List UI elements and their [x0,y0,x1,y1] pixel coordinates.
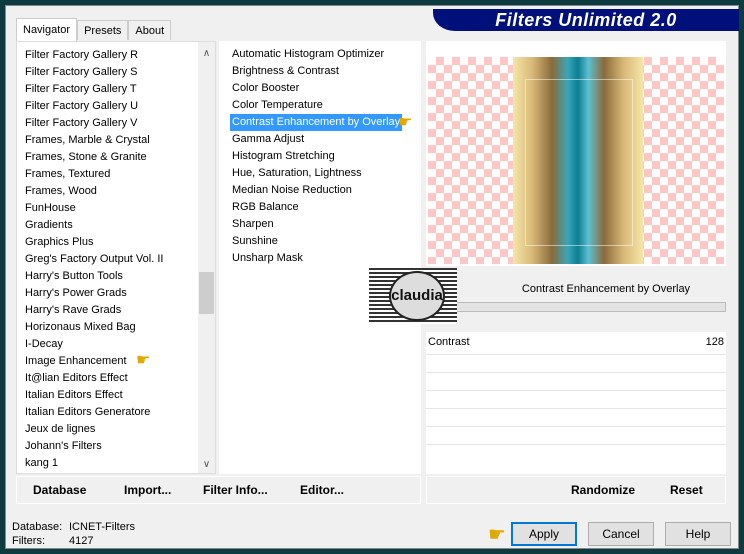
filter-item[interactable]: Median Noise Reduction [219,182,421,199]
editor-button[interactable]: Editor... [300,483,344,497]
category-item[interactable]: Frames, Textured [17,166,215,183]
filter-item-label: Hue, Saturation, Lightness [232,167,362,179]
scroll-down-icon[interactable]: ∨ [198,456,215,473]
filter-item[interactable]: Histogram Stretching [219,148,421,165]
filter-item[interactable]: Gamma Adjust [219,131,421,148]
category-item[interactable]: Jeux de lignes [17,421,215,438]
filter-item[interactable]: Color Booster [219,80,421,97]
control-spacer [426,312,726,332]
database-label: Database: [12,521,63,533]
filter-item-label: Unsharp Mask [232,252,303,264]
tab-presets[interactable]: Presets [77,20,129,40]
filter-item[interactable]: Brightness & Contrast [219,63,421,80]
control-divider [426,302,726,312]
category-item[interactable]: Frames, Marble & Crystal [17,132,215,149]
filter-item-label: RGB Balance [232,201,299,213]
category-item[interactable]: Gradients [17,217,215,234]
apply-button[interactable]: Apply [511,522,577,546]
pointing-hand-icon: ☛ [398,114,413,131]
filter-item[interactable]: Hue, Saturation, Lightness [219,165,421,182]
divider [426,390,726,391]
filters-label: Filters: [12,535,45,547]
tab-bar: Navigator Presets About [16,18,172,41]
filters-unlimited-window: Filters Unlimited 2.0 Navigator Presets … [5,5,739,549]
contrast-slider[interactable]: Contrast 128 [428,336,724,348]
category-item[interactable]: Italian Editors Generatore [17,404,215,421]
filter-item-label: Histogram Stretching [232,150,335,162]
category-item[interactable]: Harry's Rave Grads [17,302,215,319]
filter-item[interactable]: Sunshine [219,233,421,250]
reset-button[interactable]: Reset [670,483,703,497]
control-button-bar: Randomize Reset [426,476,726,504]
category-list[interactable]: Filter Factory Gallery R Filter Factory G… [16,41,216,474]
category-item[interactable]: I-Decay [17,336,215,353]
filter-item[interactable]: Unsharp Mask [219,250,421,267]
divider [426,444,726,445]
divider [426,372,726,373]
tab-navigator[interactable]: Navigator [16,18,78,41]
filter-title: Contrast Enhancement by Overlay [426,276,726,302]
preview-image [513,57,643,264]
filter-item-label: Brightness & Contrast [232,65,339,77]
category-item[interactable]: Frames, Stone & Granite [17,149,215,166]
category-item[interactable]: Horizonaus Mixed Bag [17,319,215,336]
filters-value: 4127 [69,535,94,547]
category-item[interactable]: It@lian Editors Effect [17,370,215,387]
watermark-logo: claudia [369,268,457,324]
filter-item-label: Contrast Enhancement by Overlay [230,114,403,131]
database-button[interactable]: Database [33,483,86,497]
randomize-button[interactable]: Randomize [571,483,635,497]
filter-item-label: Gamma Adjust [232,133,305,145]
pointing-hand-icon: ☛ [488,524,506,546]
preview-checkerboard [428,57,724,264]
filter-item-label: Color Temperature [232,99,323,111]
category-item[interactable]: Filter Factory Gallery U [17,98,215,115]
filter-item[interactable]: RGB Balance [219,199,421,216]
category-item[interactable]: Italian Editors Effect [17,387,215,404]
contrast-label: Contrast [428,336,470,348]
status-info: Database: ICNET-Filters Filters: 4127 [12,520,135,548]
category-item[interactable]: Filter Factory Gallery T [17,81,215,98]
pointing-hand-icon: ☛ [136,352,151,369]
filter-item[interactable]: Color Temperature [219,97,421,114]
divider [426,354,726,355]
category-item[interactable]: Image Enhancement [17,353,215,370]
filter-item-label: Sunshine [232,235,278,247]
filter-item[interactable]: Contrast Enhancement by Overlay [219,114,421,131]
database-value: ICNET-Filters [69,521,135,533]
category-scrollbar[interactable]: ∧ ∨ [198,42,215,473]
import-button[interactable]: Import... [124,483,171,497]
category-item[interactable]: Harry's Power Grads [17,285,215,302]
category-item[interactable]: Harry's Button Tools [17,268,215,285]
category-item[interactable]: Filter Factory Gallery R [17,47,215,64]
category-item[interactable]: FunHouse [17,200,215,217]
filter-info-button[interactable]: Filter Info... [203,483,268,497]
preview-pane [426,41,726,266]
help-button[interactable]: Help [665,522,731,546]
contrast-value: 128 [705,336,724,348]
filter-item[interactable]: Sharpen [219,216,421,233]
divider [426,426,726,427]
category-item[interactable]: kang 1 [17,455,215,472]
divider [426,408,726,409]
category-item[interactable]: Frames, Wood [17,183,215,200]
filter-item-label: Median Noise Reduction [232,184,352,196]
navigator-button-bar: Database Import... Filter Info... Editor… [16,476,421,504]
cancel-button[interactable]: Cancel [588,522,654,546]
filter-list[interactable]: Automatic Histogram Optimizer Brightness … [219,41,421,474]
scrollbar-thumb[interactable] [199,272,214,314]
tab-about[interactable]: About [128,20,172,40]
category-item[interactable]: Graphics Plus [17,234,215,251]
app-title-banner: Filters Unlimited 2.0 [433,9,739,31]
filter-item-label: Color Booster [232,82,300,94]
category-item[interactable]: Filter Factory Gallery V [17,115,215,132]
scroll-up-icon[interactable]: ∧ [198,45,215,62]
filter-item[interactable]: Automatic Histogram Optimizer [219,46,421,63]
category-item[interactable]: Johann's Filters [17,438,215,455]
category-item[interactable]: Filter Factory Gallery S [17,64,215,81]
filter-controls: Contrast Enhancement by Overlay Contrast… [426,276,726,474]
category-item[interactable]: Greg's Factory Output Vol. II [17,251,215,268]
filter-item-label: Sharpen [232,218,274,230]
filter-item-label: Automatic Histogram Optimizer [232,48,385,60]
